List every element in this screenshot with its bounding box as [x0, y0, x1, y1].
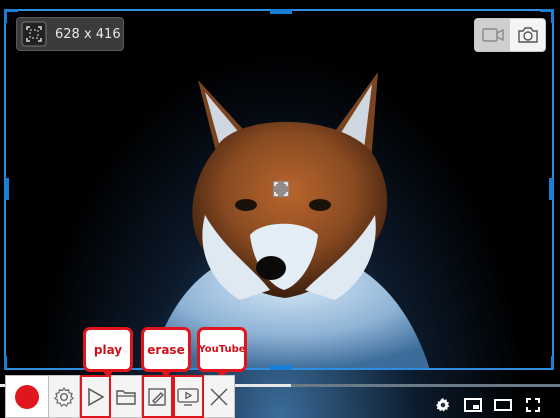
settings-icon	[54, 386, 74, 407]
miniplayer-button[interactable]	[458, 395, 488, 415]
theater-mode-icon	[494, 399, 512, 411]
resize-handle-top-right-v[interactable]	[551, 9, 554, 23]
capture-size-badge[interactable]: 628 x 416	[16, 17, 124, 51]
close-button[interactable]	[204, 375, 235, 418]
youtube-upload-button[interactable]	[173, 375, 204, 418]
play-button[interactable]	[80, 375, 111, 418]
miniplayer-icon	[464, 398, 482, 412]
erase-icon	[148, 387, 166, 406]
open-folder-button[interactable]	[111, 375, 142, 418]
resize-handle-top[interactable]	[270, 9, 292, 14]
resize-handle-bottom[interactable]	[270, 365, 292, 370]
video-camera-icon	[481, 28, 504, 42]
center-crosshair-icon	[273, 181, 289, 197]
theater-mode-button[interactable]	[488, 395, 518, 415]
player-settings-button[interactable]	[428, 395, 458, 415]
resize-handle-top-left-v[interactable]	[4, 9, 7, 23]
resize-handle-bottom-left-v[interactable]	[4, 356, 7, 370]
settings-gear-icon	[436, 398, 450, 412]
video-mode-button[interactable]	[475, 19, 510, 51]
folder-icon	[116, 389, 136, 405]
region-select-icon	[21, 21, 47, 47]
erase-button[interactable]	[142, 375, 173, 418]
close-icon	[210, 388, 228, 405]
resize-handle-bottom-right-v[interactable]	[551, 356, 554, 370]
capture-size-label: 628 x 416	[55, 26, 121, 42]
fullscreen-button[interactable]	[518, 395, 548, 415]
resize-handle-left[interactable]	[4, 178, 9, 200]
camera-icon	[517, 27, 538, 43]
record-button[interactable]	[5, 375, 49, 418]
player-controls	[428, 395, 548, 415]
settings-button[interactable]	[49, 375, 80, 418]
youtube-upload-icon	[177, 387, 199, 406]
fullscreen-icon	[526, 398, 540, 412]
resize-handle-right[interactable]	[549, 178, 554, 200]
play-icon	[88, 387, 105, 406]
play-callout: play	[83, 327, 133, 378]
erase-callout-label: erase	[147, 342, 185, 357]
youtube-callout-label: YouTube	[198, 344, 246, 355]
capture-toolbar	[5, 375, 235, 418]
record-icon	[15, 384, 39, 409]
screenshot-mode-button[interactable]	[510, 19, 545, 51]
youtube-callout: YouTube	[197, 327, 247, 378]
play-callout-label: play	[93, 342, 123, 357]
erase-callout: erase	[141, 327, 191, 378]
capture-mode-switch	[474, 18, 546, 52]
